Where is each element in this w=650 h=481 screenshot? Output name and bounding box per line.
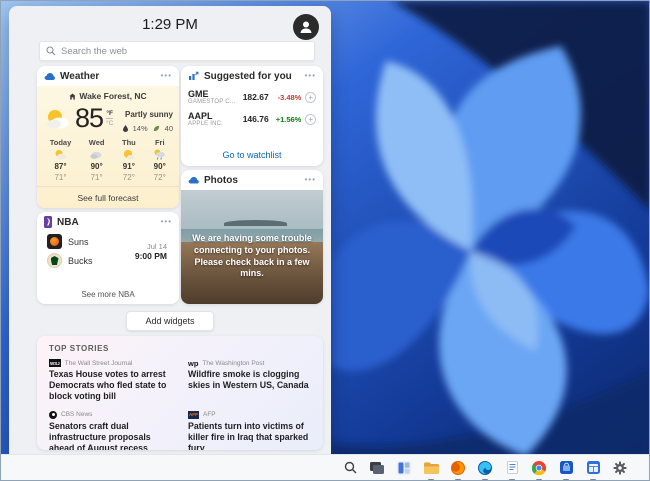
nba-more-options-icon[interactable]: •••: [161, 218, 172, 226]
home-icon: [69, 93, 76, 100]
edge-icon[interactable]: [476, 459, 494, 477]
weather-body: Wake Forest, NC 85 °F °C Partly sunny: [37, 86, 179, 208]
raindrop-icon: [123, 125, 128, 132]
sun-showers-icon: [153, 149, 166, 160]
afp-logo: AFP: [188, 411, 199, 419]
photos-more-options-icon[interactable]: •••: [305, 176, 316, 184]
stock-symbol: AAPL: [188, 111, 238, 121]
file-explorer-icon[interactable]: [422, 459, 440, 477]
wsj-logo: WSJ: [49, 359, 61, 367]
news-story[interactable]: CBS News Senators craft dual infrastruct…: [49, 411, 172, 450]
story-source: AFP: [203, 411, 216, 418]
air-quality-leaf-icon: [153, 125, 160, 132]
user-avatar[interactable]: [293, 14, 319, 40]
story-headline: Patients turn into victims of killer fir…: [188, 421, 311, 450]
stocks-more-options-icon[interactable]: •••: [305, 72, 316, 80]
task-view-icon[interactable]: [368, 459, 386, 477]
clock: 1:29 PM: [9, 16, 331, 33]
weather-condition: Partly sunny: [125, 110, 173, 119]
news-story[interactable]: wp The Washington Post Wildfire smoke is…: [188, 359, 311, 402]
see-full-forecast-link[interactable]: See full forecast: [37, 186, 179, 208]
taskbar: [1, 454, 649, 480]
add-widgets-button[interactable]: Add widgets: [126, 311, 214, 331]
news-story[interactable]: AFP AFP Patients turn into victims of ki…: [188, 411, 311, 450]
store-icon[interactable]: [557, 459, 575, 477]
stock-price: 146.76: [238, 114, 269, 124]
stock-price: 182.67: [238, 92, 269, 102]
bucks-logo: [47, 253, 62, 268]
story-source: The Wall Street Journal: [65, 360, 133, 367]
stock-company: GAMESTOP C...: [188, 99, 238, 105]
story-headline: Senators craft dual infrastructure propo…: [49, 421, 172, 450]
home-team: Bucks: [68, 256, 93, 266]
nba-logo-icon: [44, 216, 52, 228]
game-time: 9:00 PM: [135, 251, 167, 261]
beach-photo: We are having some trouble connecting to…: [181, 190, 323, 304]
nba-widget[interactable]: NBA ••• Suns Bucks Jul 14 9:00 PM See mo…: [37, 212, 179, 304]
forecast-day[interactable]: Thu 91° 72°: [122, 138, 136, 182]
forecast-row: Today 87° 71° Wed 90° 71° Thu 91°: [37, 134, 179, 182]
forecast-day[interactable]: Today 87° 71°: [50, 138, 72, 182]
settings-gear-icon[interactable]: [611, 459, 629, 477]
go-to-watchlist-link[interactable]: Go to watchlist: [181, 144, 323, 166]
forecast-day[interactable]: Wed 90° 71°: [89, 138, 105, 182]
story-source: The Washington Post: [202, 360, 264, 367]
top-stories-card: TOP STORIES WSJ The Wall Street Journal …: [37, 336, 323, 450]
web-search-bar[interactable]: [39, 41, 315, 61]
desktop: 1:29 PM Weather •••: [0, 0, 650, 481]
partly-sunny-icon: [54, 149, 67, 160]
partly-sunny-icon: [45, 108, 72, 130]
firefox-icon[interactable]: [449, 459, 467, 477]
photos-title: Photos: [204, 175, 300, 186]
stock-row[interactable]: GME GAMESTOP C... 182.67 -3.48% +: [181, 86, 323, 108]
story-source: CBS News: [61, 411, 92, 418]
stock-symbol: GME: [188, 89, 238, 99]
photos-error-message: We are having some trouble connecting to…: [189, 233, 315, 280]
stock-change: +1.56%: [269, 115, 302, 124]
mostly-sunny-icon: [122, 149, 135, 160]
weather-widget[interactable]: Weather ••• Wake Forest, NC 85: [37, 66, 179, 208]
add-to-watchlist-icon[interactable]: +: [305, 114, 316, 125]
notepad-icon[interactable]: [503, 459, 521, 477]
air-quality-value: 40: [165, 124, 173, 133]
widgets-panel: 1:29 PM Weather •••: [9, 6, 331, 456]
chrome-icon[interactable]: [530, 459, 548, 477]
stock-change: -3.48%: [269, 93, 302, 102]
search-input[interactable]: [61, 46, 308, 57]
suns-logo: [47, 234, 62, 249]
game-date: Jul 14: [135, 242, 167, 251]
weather-more-options-icon[interactable]: •••: [161, 72, 172, 80]
weather-cloud-icon: [44, 72, 55, 81]
search-icon: [46, 46, 56, 56]
add-to-watchlist-icon[interactable]: +: [305, 92, 316, 103]
cloudy-icon: [90, 149, 103, 160]
news-story[interactable]: WSJ The Wall Street Journal Texas House …: [49, 359, 172, 402]
story-headline: Wildfire smoke is clogging skies in West…: [188, 369, 311, 391]
photo-island: [224, 220, 288, 227]
cbs-eye-logo: [49, 411, 57, 419]
calendar-icon[interactable]: [584, 459, 602, 477]
stock-chart-icon: [188, 71, 199, 81]
widgets-taskbar-icon[interactable]: [395, 459, 413, 477]
see-more-nba-link[interactable]: See more NBA: [37, 284, 179, 304]
onedrive-cloud-icon: [188, 176, 199, 184]
weather-temperature: 85: [75, 103, 103, 134]
stock-company: APPLE INC.: [188, 121, 238, 127]
stocks-title: Suggested for you: [204, 71, 300, 82]
nba-title: NBA: [57, 217, 156, 228]
weather-location: Wake Forest, NC: [79, 91, 146, 101]
search-taskbar-icon[interactable]: [341, 459, 359, 477]
top-stories-title: TOP STORIES: [49, 344, 311, 353]
stocks-widget[interactable]: Suggested for you ••• GME GAMESTOP C... …: [181, 66, 323, 166]
precipitation-value: 14%: [133, 124, 148, 133]
unit-toggle[interactable]: °F °C: [106, 110, 113, 127]
forecast-day[interactable]: Fri 90° 72°: [153, 138, 166, 182]
story-headline: Texas House votes to arrest Democrats wh…: [49, 369, 172, 402]
stock-row[interactable]: AAPL APPLE INC. 146.76 +1.56% +: [181, 108, 323, 130]
washington-post-logo: wp: [188, 359, 198, 367]
photos-widget[interactable]: Photos ••• We are having some trouble co…: [181, 170, 323, 304]
weather-title: Weather: [60, 71, 156, 82]
person-icon: [298, 19, 314, 35]
away-team: Suns: [68, 237, 89, 247]
